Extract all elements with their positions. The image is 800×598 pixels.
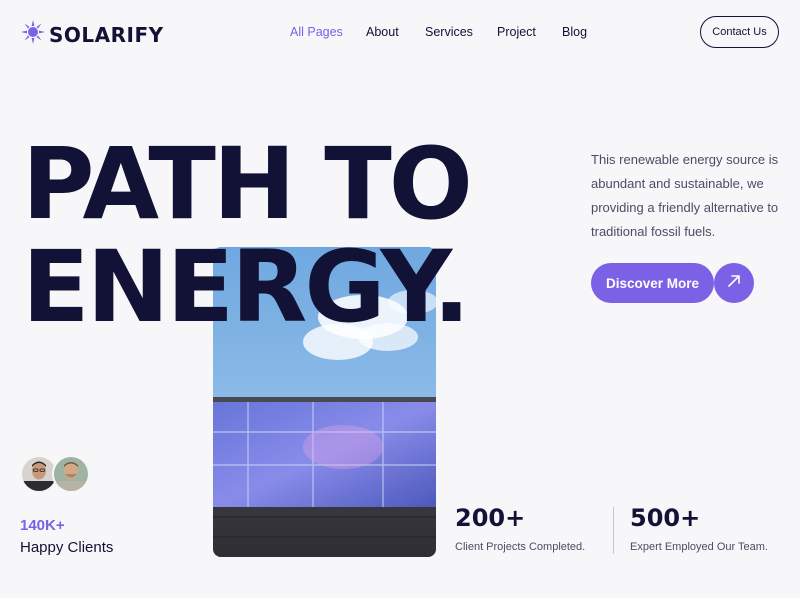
nav-services[interactable]: Services xyxy=(425,25,497,39)
arrow-up-right-icon xyxy=(727,274,741,293)
nav-blog[interactable]: Blog xyxy=(562,25,587,39)
stat-experts-value: 500+ xyxy=(630,504,701,532)
contact-us-button[interactable]: Contact Us xyxy=(700,16,779,48)
logo[interactable]: SOLARIFY xyxy=(21,20,164,49)
nav-all-pages[interactable]: All Pages xyxy=(290,25,366,39)
stat-projects-value: 200+ xyxy=(455,504,526,532)
stat-experts-label: Expert Employed Our Team. xyxy=(630,541,768,553)
avatar xyxy=(52,455,90,493)
main-nav: All Pages About Services Project Blog xyxy=(290,25,587,39)
stats-divider xyxy=(613,507,614,554)
client-avatars xyxy=(20,455,90,493)
nav-project[interactable]: Project xyxy=(497,25,562,39)
clients-label: Happy Clients xyxy=(20,539,114,556)
clients-count: 140K+ xyxy=(20,517,65,534)
discover-more-button[interactable]: Discover More xyxy=(591,263,714,303)
nav-about[interactable]: About xyxy=(366,25,425,39)
hero-description: This renewable energy source is abundant… xyxy=(591,152,779,239)
logo-text: SOLARIFY xyxy=(49,22,164,47)
sun-icon xyxy=(21,20,45,49)
stat-projects-label: Client Projects Completed. xyxy=(455,541,586,553)
hero-title-line-1: PATH TO xyxy=(22,127,473,242)
arrow-up-right-button[interactable] xyxy=(714,263,754,303)
